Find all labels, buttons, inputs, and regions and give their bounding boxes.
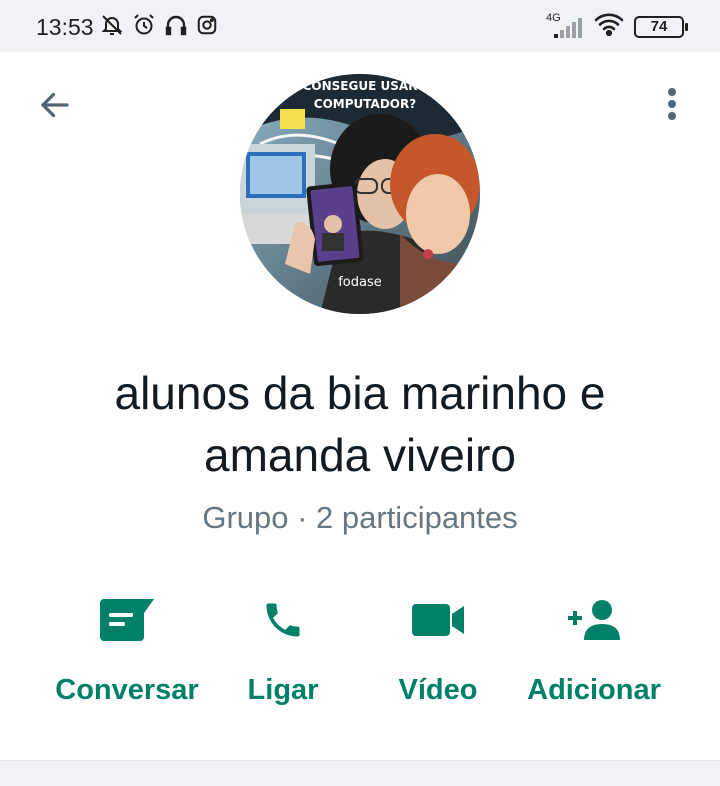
status-icons-right: 4G 74: [546, 12, 688, 41]
instagram-icon: [196, 14, 218, 41]
video-icon: [408, 592, 468, 648]
arrow-left-icon: [37, 87, 73, 128]
back-button[interactable]: [34, 86, 76, 128]
alarm-icon: [132, 13, 156, 42]
svg-text:fodase: fodase: [338, 275, 382, 290]
group-subtitle: Grupo · 2 participantes: [202, 500, 518, 535]
message-button[interactable]: Conversar: [47, 592, 207, 728]
group-photo: CONSEGUE USAR COMPUTADOR? fodase: [240, 74, 480, 314]
battery-icon: 74: [634, 15, 688, 38]
group-avatar[interactable]: CONSEGUE USAR COMPUTADOR? fodase: [240, 74, 480, 314]
svg-text:COMPUTADOR?: COMPUTADOR?: [314, 97, 416, 111]
more-vertical-icon: [666, 86, 678, 127]
call-label: Ligar: [247, 674, 319, 706]
video-button[interactable]: Vídeo: [358, 592, 518, 728]
status-time: 13:53: [36, 14, 94, 40]
wifi-icon: [594, 12, 624, 41]
section-divider: [0, 760, 720, 786]
add-person-icon: [564, 592, 624, 648]
add-participant-label: Adicionar: [527, 674, 661, 706]
status-bar: 13:53 4G 74: [0, 0, 720, 52]
signal-icon: 4G: [546, 12, 584, 40]
battery-level: 74: [650, 18, 668, 35]
bell-off-icon: [100, 13, 124, 42]
video-label: Vídeo: [398, 674, 478, 706]
headphones-icon: [164, 13, 188, 42]
call-button[interactable]: Ligar: [203, 592, 363, 728]
message-icon: [97, 592, 157, 648]
group-name: alunos da bia marinho e amanda viveiro: [114, 367, 606, 481]
more-options-button[interactable]: [652, 86, 692, 126]
phone-icon: [253, 592, 313, 648]
status-icons-left: [100, 13, 218, 42]
add-participant-button[interactable]: Adicionar: [514, 592, 674, 728]
message-label: Conversar: [55, 674, 199, 706]
svg-text:CONSEGUE USAR: CONSEGUE USAR: [303, 79, 418, 93]
